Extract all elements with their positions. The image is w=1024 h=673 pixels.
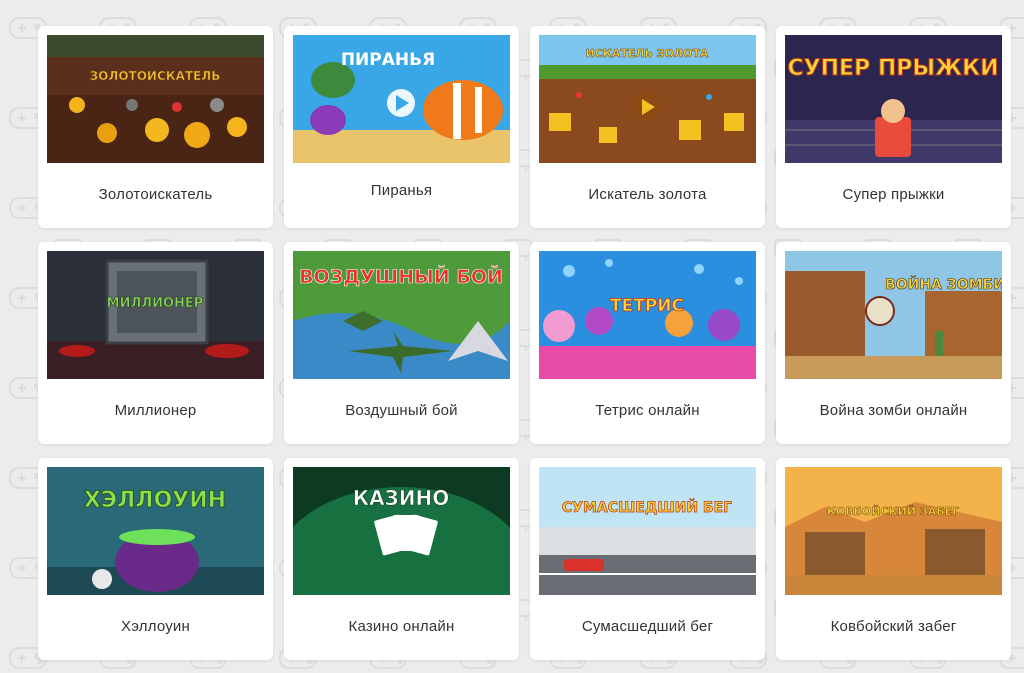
game-title[interactable]: Воздушный бой [284, 402, 519, 419]
millionaire-thumbnail[interactable]: МИЛЛИОНЕР [47, 251, 264, 379]
game-title[interactable]: Супер прыжки [776, 186, 1011, 203]
game-card-cowboy-run[interactable]: КОВБОЙСКИЙ ЗАБЕГ Ковбойский забег [776, 458, 1011, 660]
svg-text:КАЗИНО: КАЗИНО [353, 486, 450, 510]
game-card-gold-miner[interactable]: ЗОЛОТОИСКАТЕЛЬ Золотоискатель [38, 26, 273, 228]
piranha-thumbnail[interactable]: ПИРАНЬЯ [293, 35, 510, 163]
crazy-run-thumbnail[interactable]: СУМАСШЕДШИЙ БЕГ [539, 467, 756, 595]
svg-text:ЗОЛОТОИСКАТЕЛЬ: ЗОЛОТОИСКАТЕЛЬ [90, 69, 221, 83]
halloween-thumbnail[interactable]: ХЭЛЛОУИН [47, 467, 264, 595]
svg-text:ИСКАТЕЛЬ ЗОЛОТА: ИСКАТЕЛЬ ЗОЛОТА [586, 47, 709, 60]
game-title[interactable]: Золотоискатель [38, 186, 273, 203]
svg-text:СУПЕР ПРЫЖКИ: СУПЕР ПРЫЖКИ [788, 56, 999, 81]
game-card-crazy-run[interactable]: СУМАСШЕДШИЙ БЕГ Сумасшедший бег [530, 458, 765, 660]
game-card-super-jumps[interactable]: СУПЕР ПРЫЖКИ Супер прыжки [776, 26, 1011, 228]
game-card-casino[interactable]: КАЗИНО Казино онлайн [284, 458, 519, 660]
game-card-piranha[interactable]: ПИРАНЬЯ Пиранья [284, 26, 519, 228]
svg-text:ПИРАНЬЯ: ПИРАНЬЯ [341, 50, 435, 70]
game-card-halloween[interactable]: ХЭЛЛОУИН Хэллоуин [38, 458, 273, 660]
game-card-zombie-war[interactable]: ВОЙНА ЗОМБИ Война зомби онлайн [776, 242, 1011, 444]
casino-thumbnail[interactable]: КАЗИНО [293, 467, 510, 595]
game-title[interactable]: Хэллоуин [38, 618, 273, 635]
svg-text:ВОЙНА ЗОМБИ: ВОЙНА ЗОМБИ [885, 276, 1002, 293]
gold-seeker-thumbnail[interactable]: ИСКАТЕЛЬ ЗОЛОТА [539, 35, 756, 163]
game-title[interactable]: Искатель золота [530, 186, 765, 203]
game-title[interactable]: Пиранья [284, 182, 519, 199]
game-title[interactable]: Сумасшедший бег [530, 618, 765, 635]
svg-text:МИЛЛИОНЕР: МИЛЛИОНЕР [107, 296, 204, 311]
svg-text:СУМАСШЕДШИЙ БЕГ: СУМАСШЕДШИЙ БЕГ [562, 499, 732, 516]
game-title[interactable]: Миллионер [38, 402, 273, 419]
svg-text:ВОЗДУШНЫЙ БОЙ: ВОЗДУШНЫЙ БОЙ [299, 265, 503, 288]
game-title[interactable]: Война зомби онлайн [776, 402, 1011, 419]
game-card-tetris[interactable]: ТЕТРИС Тетрис онлайн [530, 242, 765, 444]
air-battle-thumbnail[interactable]: ВОЗДУШНЫЙ БОЙ [293, 251, 510, 379]
game-card-millionaire[interactable]: МИЛЛИОНЕР Миллионер [38, 242, 273, 444]
games-grid: ЗОЛОТОИСКАТЕЛЬ Золотоискатель ПИРАНЬЯ Пи… [38, 26, 1011, 660]
game-card-gold-seeker[interactable]: ИСКАТЕЛЬ ЗОЛОТА Искатель золота [530, 26, 765, 228]
game-title[interactable]: Ковбойский забег [776, 618, 1011, 635]
svg-text:ХЭЛЛОУИН: ХЭЛЛОУИН [84, 488, 226, 513]
super-jumps-thumbnail[interactable]: СУПЕР ПРЫЖКИ [785, 35, 1002, 163]
zombie-war-thumbnail[interactable]: ВОЙНА ЗОМБИ [785, 251, 1002, 379]
game-title[interactable]: Тетрис онлайн [530, 402, 765, 419]
tetris-thumbnail[interactable]: ТЕТРИС [539, 251, 756, 379]
svg-text:ТЕТРИС: ТЕТРИС [610, 296, 684, 316]
game-title[interactable]: Казино онлайн [284, 618, 519, 635]
game-card-air-battle[interactable]: ВОЗДУШНЫЙ БОЙ Воздушный бой [284, 242, 519, 444]
svg-text:КОВБОЙСКИЙ ЗАБЕГ: КОВБОЙСКИЙ ЗАБЕГ [827, 505, 959, 518]
cowboy-run-thumbnail[interactable]: КОВБОЙСКИЙ ЗАБЕГ [785, 467, 1002, 595]
gold-miner-thumbnail[interactable]: ЗОЛОТОИСКАТЕЛЬ [47, 35, 264, 163]
